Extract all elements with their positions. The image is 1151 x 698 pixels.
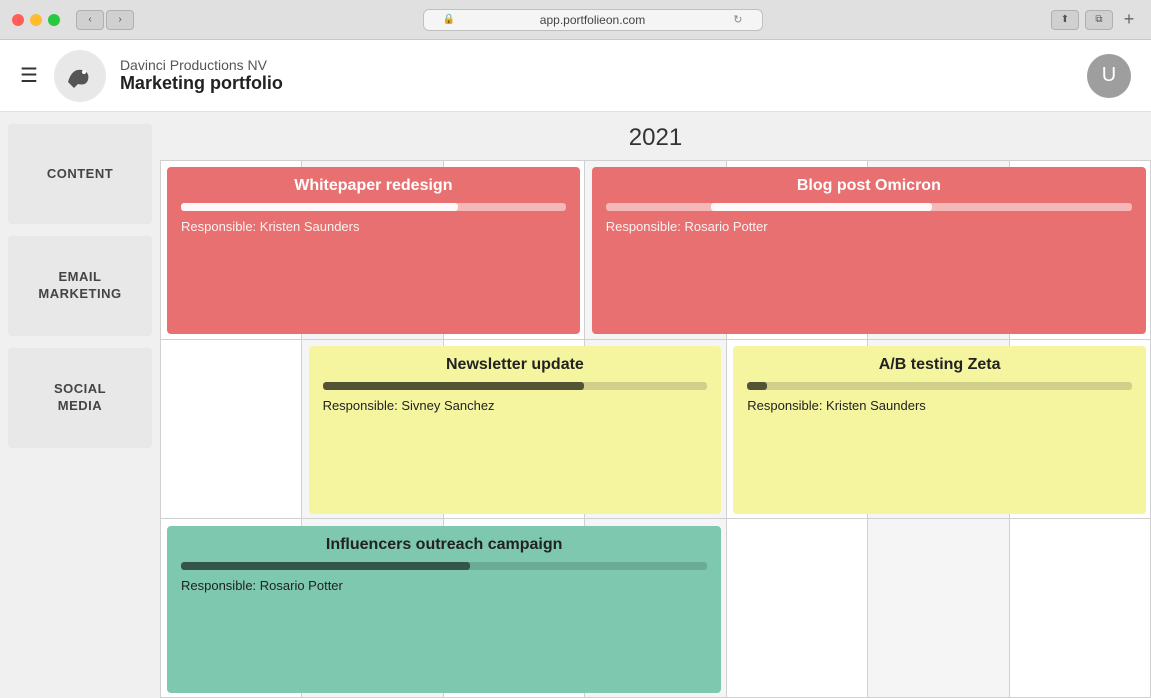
logo-icon <box>54 50 106 102</box>
grid-cell <box>161 340 302 519</box>
grid-cell <box>1010 519 1151 698</box>
new-tab-button[interactable]: + <box>1119 10 1139 30</box>
gantt-card-newsletter[interactable]: Newsletter update Responsible: Sivney San… <box>309 346 722 513</box>
gantt-card-influencers[interactable]: Influencers outreach campaign Responsible… <box>167 526 721 693</box>
reload-icon[interactable]: ↻ <box>733 13 742 26</box>
portfolio-name: Marketing portfolio <box>120 73 283 94</box>
browser-actions: ⬆ ⧉ + <box>1051 10 1139 30</box>
nav-buttons: ‹ › <box>76 10 134 30</box>
close-button[interactable] <box>12 14 24 26</box>
grid-cell <box>868 519 1009 698</box>
gantt-card-blog-post[interactable]: Blog post Omicron Responsible: Rosario Po… <box>592 167 1146 334</box>
progress-bar-fill <box>181 203 458 211</box>
progress-bar-background <box>747 382 1132 390</box>
header: ☰ Davinci Productions NV Marketing portf… <box>0 40 1151 112</box>
card-responsible: Responsible: Kristen Saunders <box>181 219 566 234</box>
browser-chrome: ‹ › 🔒 app.portfolieon.com ↻ ⬆ ⧉ + <box>0 0 1151 40</box>
traffic-lights <box>12 14 60 26</box>
share-button[interactable]: ⬆ <box>1051 10 1079 30</box>
card-title: Whitepaper redesign <box>181 177 566 195</box>
progress-bar-fill <box>323 382 585 390</box>
address-bar: 🔒 app.portfolieon.com ↻ <box>142 9 1043 31</box>
sidebar-item-social-media[interactable]: SOCIALMEDIA <box>8 348 152 448</box>
card-responsible: Responsible: Rosario Potter <box>181 578 707 593</box>
card-title: Blog post Omicron <box>606 177 1132 195</box>
progress-bar-background <box>181 562 707 570</box>
maximize-button[interactable] <box>48 14 60 26</box>
logo-area: Davinci Productions NV Marketing portfol… <box>54 50 1087 102</box>
gantt-card-ab-testing[interactable]: A/B testing Zeta Responsible: Kristen Sau… <box>733 346 1146 513</box>
progress-bar-background <box>181 203 566 211</box>
card-title: Influencers outreach campaign <box>181 536 707 554</box>
card-title: A/B testing Zeta <box>747 356 1132 374</box>
gantt-card-whitepaper[interactable]: Whitepaper redesign Responsible: Kristen … <box>167 167 580 334</box>
progress-bar-background <box>323 382 708 390</box>
progress-bar-fill <box>711 203 932 211</box>
main-content: CONTENT EMAILMARKETING SOCIALMEDIA 2021 <box>0 112 1151 698</box>
company-name: Davinci Productions NV <box>120 57 283 73</box>
progress-bar-fill <box>181 562 470 570</box>
app: ☰ Davinci Productions NV Marketing portf… <box>0 40 1151 698</box>
card-responsible: Responsible: Sivney Sanchez <box>323 398 708 413</box>
progress-bar-background <box>606 203 1132 211</box>
card-responsible: Responsible: Kristen Saunders <box>747 398 1132 413</box>
back-button[interactable]: ‹ <box>76 10 104 30</box>
card-title: Newsletter update <box>323 356 708 374</box>
sidebar: CONTENT EMAILMARKETING SOCIALMEDIA <box>0 112 160 698</box>
forward-button[interactable]: › <box>106 10 134 30</box>
logo-text: Davinci Productions NV Marketing portfol… <box>120 57 283 94</box>
user-avatar[interactable]: U <box>1087 54 1131 98</box>
tab-overview-button[interactable]: ⧉ <box>1085 10 1113 30</box>
sidebar-item-content[interactable]: CONTENT <box>8 124 152 224</box>
minimize-button[interactable] <box>30 14 42 26</box>
grid-cell <box>727 519 868 698</box>
gantt-area: 2021 <box>160 112 1151 698</box>
lock-icon: 🔒 <box>443 14 455 25</box>
hamburger-menu[interactable]: ☰ <box>20 63 38 88</box>
card-responsible: Responsible: Rosario Potter <box>606 219 1132 234</box>
year-header: 2021 <box>160 112 1151 160</box>
url-input[interactable]: app.portfolieon.com <box>423 9 763 31</box>
progress-bar-fill <box>747 382 766 390</box>
gantt-grid: Whitepaper redesign Responsible: Kristen … <box>160 160 1151 698</box>
sidebar-item-email-marketing[interactable]: EMAILMARKETING <box>8 236 152 336</box>
